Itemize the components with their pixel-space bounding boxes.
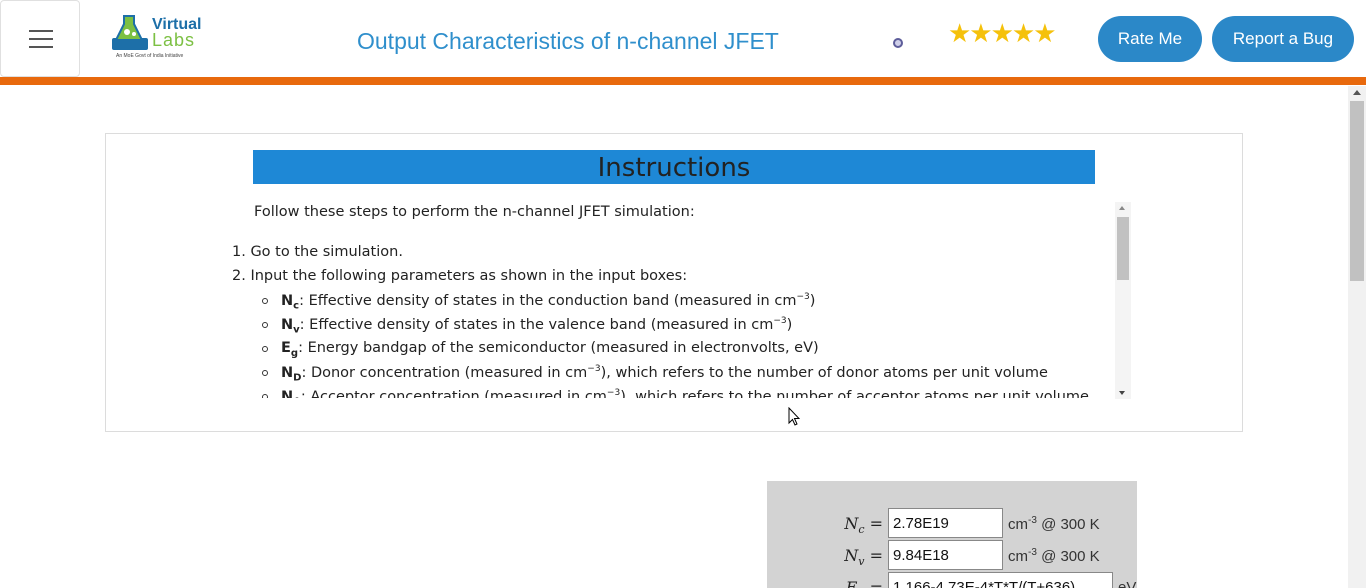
menu-icon-line xyxy=(29,38,53,40)
equals-sign: = xyxy=(869,578,883,588)
instruction-bullet: Nv: Effective density of states in the v… xyxy=(281,316,792,336)
bullet-text: : Acceptor concentration (measured in cm xyxy=(300,388,607,398)
unit-suffix: @ 300 K xyxy=(1036,548,1100,565)
rating-stars[interactable]: ★★★★★ xyxy=(948,18,1057,48)
symbol: N xyxy=(281,316,294,333)
param-unit: eV xyxy=(1118,579,1136,588)
bullet-text-end: ) xyxy=(786,316,793,333)
bullet-text: : Effective density of states in the con… xyxy=(299,292,797,309)
eg-input[interactable] xyxy=(888,572,1113,588)
param-symbol: N xyxy=(844,514,859,533)
param-subscript: c xyxy=(858,523,865,537)
symbol: N xyxy=(281,292,294,309)
bullet-icon xyxy=(262,394,268,398)
instruction-bullet: Eg: Energy bandgap of the semiconductor … xyxy=(281,340,819,359)
header-accent-bar xyxy=(0,77,1366,85)
hamburger-menu-button[interactable] xyxy=(0,0,80,77)
menu-icon-line xyxy=(29,30,53,32)
instructions-content: Follow these steps to perform the n-chan… xyxy=(224,202,1130,398)
instructions-intro: Follow these steps to perform the n-chan… xyxy=(254,204,695,220)
symbol: N xyxy=(281,388,294,398)
scroll-up-arrow-icon[interactable] xyxy=(1119,206,1125,210)
unit-superscript: −3 xyxy=(606,388,621,398)
unit-superscript: −3 xyxy=(773,316,787,326)
bullet-text: : Energy bandgap of the semiconductor (m… xyxy=(298,340,819,356)
top-header: Virtual Labs An MoE Govt of India Initia… xyxy=(0,0,1366,77)
unit: cm xyxy=(1008,516,1028,533)
bullet-text-end: ), which refers to the number of accepto… xyxy=(620,388,1089,398)
symbol: E xyxy=(281,340,291,356)
bullet-icon xyxy=(262,346,268,352)
logo-tagline: An MoE Govt of India Initiative xyxy=(116,53,184,59)
bullet-text: : Donor concentration (measured in cm xyxy=(301,364,588,381)
rate-me-button[interactable]: Rate Me xyxy=(1098,16,1202,62)
unit-superscript: −3 xyxy=(587,364,601,374)
report-bug-button[interactable]: Report a Bug xyxy=(1212,16,1354,62)
virtual-labs-logo[interactable]: Virtual Labs An MoE Govt of India Initia… xyxy=(108,12,204,64)
nv-input[interactable] xyxy=(888,540,1003,570)
param-row-nc: Nc = cm-3 @ 300 K xyxy=(767,508,1137,538)
unit-superscript: -3 xyxy=(1028,547,1037,558)
scroll-down-arrow-icon[interactable] xyxy=(1119,391,1125,395)
page-scrollbar[interactable] xyxy=(1348,86,1366,588)
param-label: Eg = xyxy=(846,578,883,588)
param-label: Nc = xyxy=(844,514,883,536)
mouse-pointer-icon xyxy=(788,407,800,426)
symbol-subscript: A xyxy=(293,397,301,398)
bullet-text-end: ) xyxy=(809,292,816,309)
bullet-icon xyxy=(262,370,268,376)
flask-logo-icon xyxy=(112,15,148,50)
unit: cm xyxy=(1008,548,1028,565)
page-scrollbar-thumb[interactable] xyxy=(1350,101,1364,281)
bullet-icon xyxy=(262,322,268,328)
feedback-icon[interactable] xyxy=(893,38,903,48)
page-title: Output Characteristics of n-channel JFET xyxy=(357,28,779,54)
param-label: Nv = xyxy=(844,546,883,568)
symbol-subscript: g xyxy=(290,347,299,359)
unit: eV xyxy=(1118,579,1137,588)
symbol: N xyxy=(281,364,294,381)
instructions-scrollbar[interactable] xyxy=(1115,202,1131,399)
param-subscript: v xyxy=(858,555,865,569)
unit-superscript: −3 xyxy=(796,292,810,302)
instruction-step: 1. Go to the simulation. xyxy=(232,244,403,260)
unit-suffix: @ 300 K xyxy=(1036,516,1100,533)
nc-input[interactable] xyxy=(888,508,1003,538)
bullet-icon xyxy=(262,298,268,304)
instructions-scrollbar-thumb[interactable] xyxy=(1117,217,1129,280)
menu-icon-line xyxy=(29,46,53,48)
instructions-heading: Instructions xyxy=(253,150,1095,184)
param-symbol: E xyxy=(845,578,858,588)
unit-superscript: -3 xyxy=(1028,515,1037,526)
parameters-panel: Nc = cm-3 @ 300 K Nv = cm-3 @ 300 K Eg =… xyxy=(767,481,1137,588)
instruction-bullet: Nc: Effective density of states in the c… xyxy=(281,292,815,312)
instructions-panel: Instructions Follow these steps to perfo… xyxy=(105,133,1243,432)
logo-text-labs: Labs xyxy=(152,30,196,50)
bullet-text-end: ), which refers to the number of donor a… xyxy=(600,364,1048,381)
equals-sign: = xyxy=(869,514,883,533)
bullet-text: : Effective density of states in the val… xyxy=(299,316,774,333)
equals-sign: = xyxy=(869,546,883,565)
param-unit: cm-3 @ 300 K xyxy=(1008,547,1100,565)
param-symbol: N xyxy=(844,546,859,565)
param-row-nv: Nv = cm-3 @ 300 K xyxy=(767,540,1137,570)
instruction-step: 2. Input the following parameters as sho… xyxy=(232,268,688,284)
instruction-bullet: ND: Donor concentration (measured in cm−… xyxy=(281,364,1048,384)
instruction-bullet: NA: Acceptor concentration (measured in … xyxy=(281,388,1089,398)
param-row-eg: Eg = eV xyxy=(767,572,1137,588)
scroll-up-arrow-icon[interactable] xyxy=(1353,90,1361,95)
param-unit: cm-3 @ 300 K xyxy=(1008,515,1100,533)
